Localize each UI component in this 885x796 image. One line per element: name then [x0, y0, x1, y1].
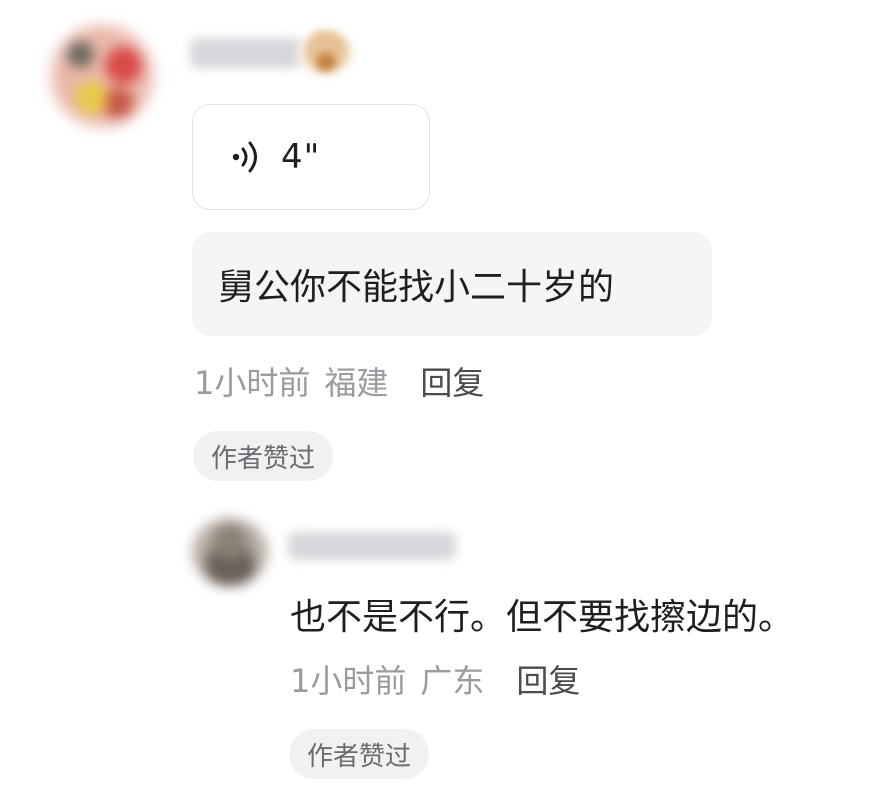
comment-location: 福建	[324, 364, 389, 402]
comment-time: 1小时前	[194, 364, 311, 402]
comment-text: 舅公你不能找小二十岁的	[218, 267, 615, 308]
commenter-badge-icon	[298, 30, 354, 76]
reply-location: 广东	[420, 662, 485, 700]
replier-name-masked[interactable]	[288, 532, 456, 560]
commenter-avatar[interactable]	[48, 22, 156, 130]
comment-bubble[interactable]: 舅公你不能找小二十岁的	[192, 232, 712, 336]
author-liked-badge: 作者赞过	[193, 431, 334, 481]
author-liked-badge: 作者赞过	[289, 729, 430, 779]
reply-meta: 1小时前 广东 回复	[290, 656, 580, 702]
replier-avatar[interactable]	[192, 518, 268, 586]
reply-button[interactable]: 回复	[516, 656, 580, 702]
reply-text: 也不是不行。但不要找擦边的。	[290, 597, 795, 638]
comment-meta: 1小时前 福建 回复	[194, 358, 484, 404]
voice-duration: 4"	[281, 137, 321, 177]
commenter-name-masked[interactable]	[190, 38, 302, 68]
reply-time: 1小时前	[290, 662, 407, 700]
reply-button[interactable]: 回复	[420, 358, 484, 404]
voice-message[interactable]: 4"	[192, 104, 430, 210]
voice-wave-icon	[232, 141, 257, 173]
